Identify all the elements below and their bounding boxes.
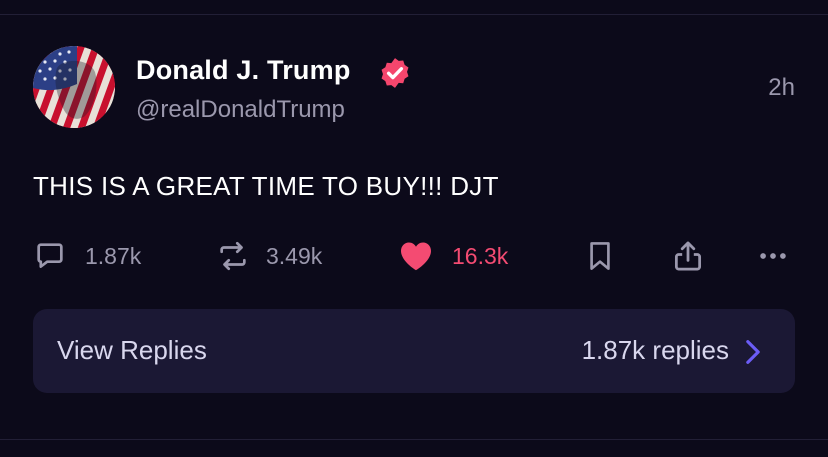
reply-button[interactable]: 1.87k: [33, 238, 141, 274]
more-options-button[interactable]: [756, 238, 790, 274]
author-handle[interactable]: @realDonaldTrump: [136, 96, 345, 124]
post-timestamp[interactable]: 2h: [768, 74, 795, 102]
like-count: 16.3k: [452, 242, 509, 269]
verified-badge-icon: [381, 58, 409, 88]
bookmark-icon: [590, 242, 610, 270]
chevron-right-icon: [746, 340, 760, 364]
avatar-image: [33, 46, 115, 128]
share-icon: [674, 241, 702, 271]
more-icon: [760, 253, 786, 259]
replies-count: 1.87k replies: [581, 335, 729, 365]
repost-count: 3.49k: [266, 242, 323, 269]
view-replies-button[interactable]: View Replies 1.87k replies: [33, 309, 795, 393]
like-button[interactable]: 16.3k: [398, 238, 508, 274]
bookmark-button[interactable]: [586, 238, 614, 274]
bottom-divider: [0, 439, 828, 440]
view-replies-label: View Replies: [57, 335, 207, 365]
repost-icon: [220, 241, 246, 271]
author-name[interactable]: Donald J. Trump: [136, 55, 351, 86]
repost-button[interactable]: 3.49k: [214, 238, 322, 274]
heart-icon: [401, 242, 431, 271]
avatar[interactable]: [33, 46, 115, 128]
post-text: THIS IS A GREAT TIME TO BUY!!! DJT: [33, 171, 499, 201]
share-button[interactable]: [672, 238, 704, 274]
reply-count: 1.87k: [85, 242, 142, 269]
comment-icon: [37, 243, 63, 268]
top-divider: [0, 14, 828, 15]
